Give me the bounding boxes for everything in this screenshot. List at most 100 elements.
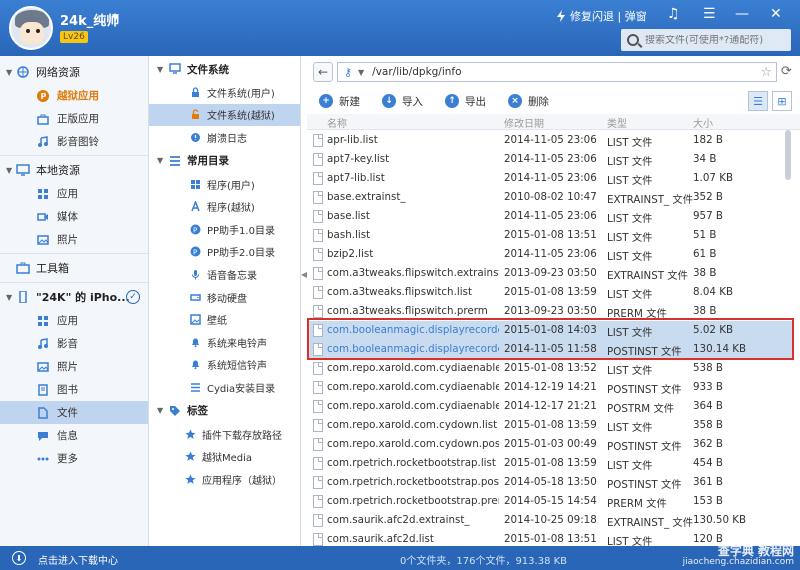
file-name: com.repo.xarold.com.cydiaenable.list — [327, 362, 499, 374]
tree-item-tag-jailbreak-media[interactable]: 越狱Media — [149, 445, 300, 468]
export-button[interactable]: ↑ 导出 — [445, 94, 486, 109]
search-input[interactable] — [645, 34, 785, 46]
download-center-link[interactable]: 点击进入下载中心 — [38, 552, 118, 567]
sidebar-item-device-books[interactable]: 图书 — [0, 378, 148, 401]
table-row[interactable]: com.repo.xarold.com.cydown.list 2015-01-0… — [307, 416, 792, 435]
tree-item-cydia-dir[interactable]: Cydia安装目录 — [149, 376, 300, 399]
fix-crash-button[interactable]: 修复闪退 | 弹窗 — [556, 8, 647, 24]
search-box[interactable] — [621, 29, 791, 51]
file-size: 153 B — [693, 495, 723, 507]
new-button[interactable]: + 新建 — [319, 94, 360, 109]
sidebar-item-genuine-apps[interactable]: 正版应用 — [0, 107, 148, 130]
tree-item-ringtones[interactable]: 系统来电铃声 — [149, 331, 300, 354]
svg-text:P: P — [193, 226, 197, 234]
table-row[interactable]: com.a3tweaks.flipswitch.prerm 2013-09-23 … — [307, 302, 792, 321]
back-button[interactable]: ← — [313, 62, 333, 82]
table-row[interactable]: com.booleanmagic.displayrecorder... 2014-… — [307, 340, 792, 359]
table-row[interactable]: com.repo.xarold.com.cydiaenable.list 2015… — [307, 359, 792, 378]
group-network-resources[interactable]: ▼ 网络资源 — [0, 60, 148, 84]
file-icon — [313, 324, 323, 337]
table-row[interactable]: apt7-key.list 2014-11-05 23:06 LIST 文件 34 B — [307, 150, 792, 169]
tree-item-tag-apps-jailbreak[interactable]: 应用程序（越狱） — [149, 468, 300, 491]
group-local-resources[interactable]: ▼ 本地资源 — [0, 158, 148, 182]
tree-item-mobile-disk[interactable]: 移动硬盘 — [149, 286, 300, 309]
group-device[interactable]: ▼ "24K" 的 iPho... ✓ — [0, 285, 148, 309]
sidebar-item-device-more[interactable]: 更多 — [0, 447, 148, 470]
table-row[interactable]: com.repo.xarold.com.cydown.posti... 2015-… — [307, 435, 792, 454]
level-badge: Lv26 — [60, 31, 88, 43]
tree-group-label: 标签 — [187, 405, 208, 418]
table-row[interactable]: com.a3tweaks.flipswitch.extrainst 2013-09… — [307, 264, 792, 283]
sidebar-item-local-media[interactable]: 媒体 — [0, 205, 148, 228]
scrollbar[interactable] — [785, 130, 793, 540]
tree-item-fs-user[interactable]: 文件系统(用户) — [149, 81, 300, 104]
sidebar-item-jailbreak-apps[interactable]: P 越狱应用 — [0, 84, 148, 107]
tree-item-pp1-dir[interactable]: P PP助手1.0目录 — [149, 218, 300, 241]
music-icon[interactable]: ♫ — [667, 6, 680, 22]
sidebar-item-media-ringtones[interactable]: 影音图铃 — [0, 130, 148, 153]
group-toolbox[interactable]: 工具箱 — [0, 256, 148, 280]
crash-log-icon — [191, 132, 200, 142]
tree-group-tags[interactable]: ▼ 标签 — [149, 399, 300, 423]
tree-group-file-system[interactable]: ▼ 文件系统 — [149, 57, 300, 81]
tree-group-common-dirs[interactable]: ▼ 常用目录 — [149, 149, 300, 173]
table-row[interactable]: com.rpetrich.rocketbootstrap.posti... 201… — [307, 473, 792, 492]
table-row[interactable]: com.saurik.afc2d.extrainst_ 2014-10-25 09… — [307, 511, 792, 530]
tree-item-tag-plugin-path[interactable]: 插件下载存放路径 — [149, 423, 300, 446]
table-row[interactable]: com.rpetrich.rocketbootstrap.list 2015-01… — [307, 454, 792, 473]
export-icon: ↑ — [445, 94, 459, 108]
tree-item-pp2-dir[interactable]: P PP助手2.0目录 — [149, 241, 300, 264]
watermark: 查字典 教程网 jiaocheng.chazidian.com — [683, 545, 794, 568]
table-row[interactable]: apr-lib.list 2014-11-05 23:06 LIST 文件 182 B — [307, 131, 792, 150]
tree-item-crash-logs[interactable]: 崩溃日志 — [149, 126, 300, 149]
sidebar-item-device-photos[interactable]: 照片 — [0, 355, 148, 378]
column-date[interactable]: 修改日期 — [504, 115, 544, 130]
sidebar-item-local-apps[interactable]: 应用 — [0, 182, 148, 205]
tag-icon — [170, 405, 180, 416]
pp-logo-icon: P — [190, 246, 201, 257]
tree-item-apps-jailbreak[interactable]: 程序(越狱) — [149, 195, 300, 218]
table-row[interactable]: base.list 2014-11-05 23:06 LIST 文件 957 B — [307, 207, 792, 226]
close-icon[interactable]: ✕ — [770, 6, 782, 22]
globe-icon — [17, 66, 29, 78]
a-store-icon — [191, 201, 200, 212]
sidebar-item-local-photos[interactable]: 照片 — [0, 228, 148, 251]
table-row[interactable]: com.booleanmagic.displayrecorder... 2015-… — [307, 321, 792, 340]
sidebar-item-device-apps[interactable]: 应用 — [0, 309, 148, 332]
tree-item-fs-jailbreak[interactable]: 文件系统(越狱) — [149, 103, 300, 127]
grid-view-icon[interactable]: ⊞ — [772, 91, 792, 111]
column-name[interactable]: 名称 — [327, 115, 347, 130]
tree-item-voice-memos[interactable]: 语音备忘录 — [149, 263, 300, 286]
column-type[interactable]: 类型 — [607, 115, 627, 130]
table-row[interactable]: com.repo.xarold.com.cydiaenable.p... 2014… — [307, 397, 792, 416]
table-row[interactable]: com.repo.xarold.com.cydiaenable.p... 2014… — [307, 378, 792, 397]
chevron-down-icon[interactable]: ▼ — [112, 13, 119, 23]
path-input[interactable]: ⚷ ▼ /var/lib/dpkg/info ☆ — [337, 62, 777, 82]
scrollbar-thumb[interactable] — [785, 130, 791, 180]
username[interactable]: 24k_纯帅 — [60, 10, 119, 29]
refresh-icon[interactable]: ⟳ — [781, 64, 792, 79]
table-row[interactable]: bash.list 2015-01-08 13:51 LIST 文件 51 B — [307, 226, 792, 245]
minimize-icon[interactable]: — — [735, 6, 749, 22]
delete-button[interactable]: × 删除 — [508, 94, 549, 109]
import-button[interactable]: ↓ 导入 — [382, 94, 423, 109]
table-row[interactable]: apt7-lib.list 2014-11-05 23:06 LIST 文件 1.07… — [307, 169, 792, 188]
table-row[interactable]: bzip2.list 2014-11-05 23:06 LIST 文件 61 B — [307, 245, 792, 264]
menu-icon[interactable]: ☰ — [703, 6, 716, 22]
avatar[interactable] — [9, 6, 53, 50]
tree-item-wallpaper[interactable]: 壁纸 — [149, 308, 300, 331]
tree-item-apps-user[interactable]: 程序(用户) — [149, 173, 300, 196]
download-icon[interactable]: ⬇ — [12, 551, 26, 565]
list-view-icon[interactable]: ☰ — [748, 91, 768, 111]
column-size[interactable]: 大小 — [693, 115, 713, 130]
sidebar-item-device-files[interactable]: 文件 — [0, 401, 148, 424]
file-date: 2015-01-08 14:03 — [504, 324, 597, 336]
table-row[interactable]: com.rpetrich.rocketbootstrap.prerm 2014-0… — [307, 492, 792, 511]
sidebar-item-device-media[interactable]: 影音 — [0, 332, 148, 355]
tree-item-sms-tones[interactable]: 系统短信铃声 — [149, 354, 300, 377]
bookmark-star-icon[interactable]: ☆ — [760, 65, 772, 80]
sidebar-item-device-messages[interactable]: 信息 — [0, 424, 148, 447]
chevron-down-icon[interactable]: ▼ — [358, 68, 364, 77]
table-row[interactable]: com.a3tweaks.flipswitch.list 2015-01-08 1… — [307, 283, 792, 302]
table-row[interactable]: base.extrainst_ 2010-08-02 10:47 EXTRAINST… — [307, 188, 792, 207]
